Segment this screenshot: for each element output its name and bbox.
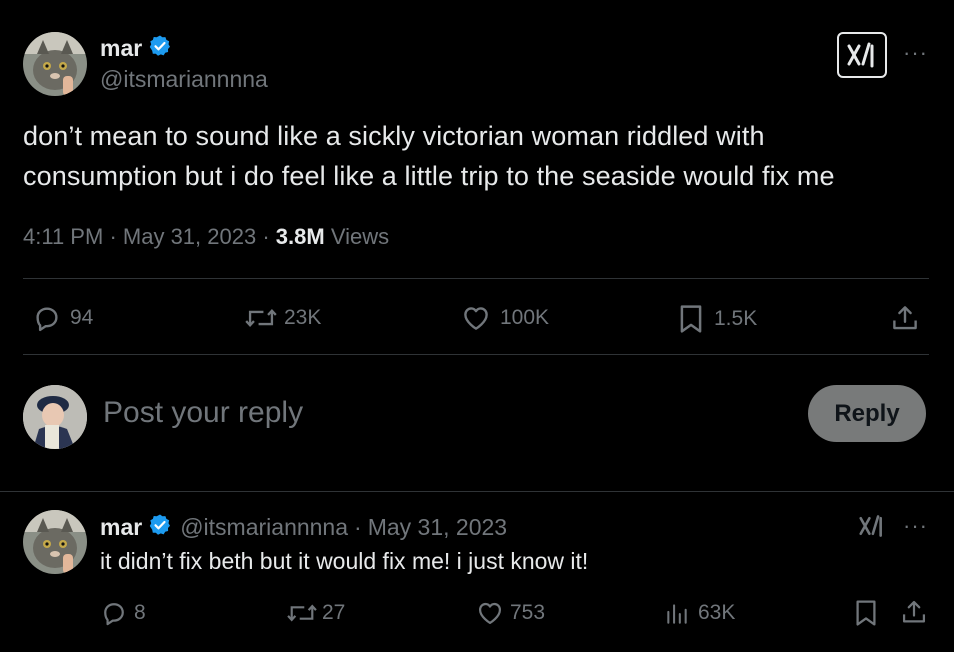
reply-retweet-count: 27: [322, 601, 346, 624]
like-button[interactable]: 100K: [460, 303, 549, 333]
reply-text: it didn’t fix beth but it would fix me! …: [100, 548, 589, 574]
retweet-count: 23K: [284, 306, 322, 329]
reply-icon: [104, 603, 124, 626]
share-icon: [893, 306, 917, 330]
reply-author-handle[interactable]: @itsmariannnna: [180, 514, 348, 541]
bookmark-button[interactable]: 1.5K: [678, 303, 757, 335]
reply-icon: [36, 307, 58, 332]
more-icon[interactable]: ···: [903, 513, 928, 539]
bookmark-icon: [680, 305, 702, 333]
tweet-date[interactable]: May 31, 2023: [123, 224, 256, 249]
views-label: Views: [330, 224, 390, 249]
divider-top: [23, 278, 929, 279]
author-name[interactable]: mar: [100, 35, 142, 62]
reply-submit-button[interactable]: Reply: [808, 385, 926, 442]
meta-separator: ·: [262, 224, 270, 249]
bookmark-count: 1.5K: [714, 307, 758, 330]
reply-count: 94: [70, 306, 94, 329]
thread-separator: [0, 491, 954, 492]
grok-icon[interactable]: [858, 513, 886, 544]
share-button[interactable]: [890, 303, 920, 333]
retweet-icon: [245, 309, 277, 327]
tweet-time[interactable]: 4:11 PM: [23, 224, 103, 249]
reply-input[interactable]: Post your reply: [103, 396, 303, 430]
reply-like-count: 753: [510, 601, 546, 624]
reply-like-button[interactable]: 753: [476, 599, 545, 627]
reply-separator: ·: [354, 514, 362, 540]
tweet-text-line-2: consumption but i do feel like a little …: [23, 161, 835, 191]
grok-icon[interactable]: [837, 32, 887, 78]
like-icon: [478, 602, 502, 625]
verified-icon: [148, 513, 172, 542]
divider-bottom: [23, 354, 929, 355]
share-icon: [902, 600, 926, 623]
like-count: 100K: [500, 306, 550, 329]
reply-views-count: 63K: [698, 601, 736, 624]
reply-button[interactable]: 94: [32, 303, 93, 333]
verified-icon: [148, 34, 172, 63]
author-avatar[interactable]: [23, 32, 87, 96]
reply-author-avatar[interactable]: [23, 510, 87, 574]
retweet-icon: [287, 604, 317, 622]
like-icon: [464, 307, 488, 330]
more-icon[interactable]: ···: [903, 40, 928, 66]
views-count[interactable]: 3.8M: [276, 224, 325, 249]
reply-reply-count: 8: [134, 601, 146, 624]
reply-reply-button[interactable]: 8: [100, 599, 146, 627]
views-icon: [667, 604, 687, 624]
reply-share-button[interactable]: [900, 598, 928, 626]
author-handle[interactable]: @itsmariannnna: [100, 66, 268, 93]
reply-bookmark-button[interactable]: [854, 598, 878, 628]
meta-separator: ·: [109, 224, 117, 249]
reply-author-name[interactable]: mar: [100, 514, 142, 541]
user-avatar[interactable]: [23, 385, 87, 449]
bookmark-icon: [856, 600, 876, 626]
tweet-text-line-1: don’t mean to sound like a sickly victor…: [23, 121, 765, 151]
reply-retweet-button[interactable]: 27: [286, 599, 345, 627]
reply-date[interactable]: May 31, 2023: [368, 514, 507, 541]
reply-views-button[interactable]: 63K: [664, 599, 735, 627]
retweet-button[interactable]: 23K: [244, 303, 321, 333]
